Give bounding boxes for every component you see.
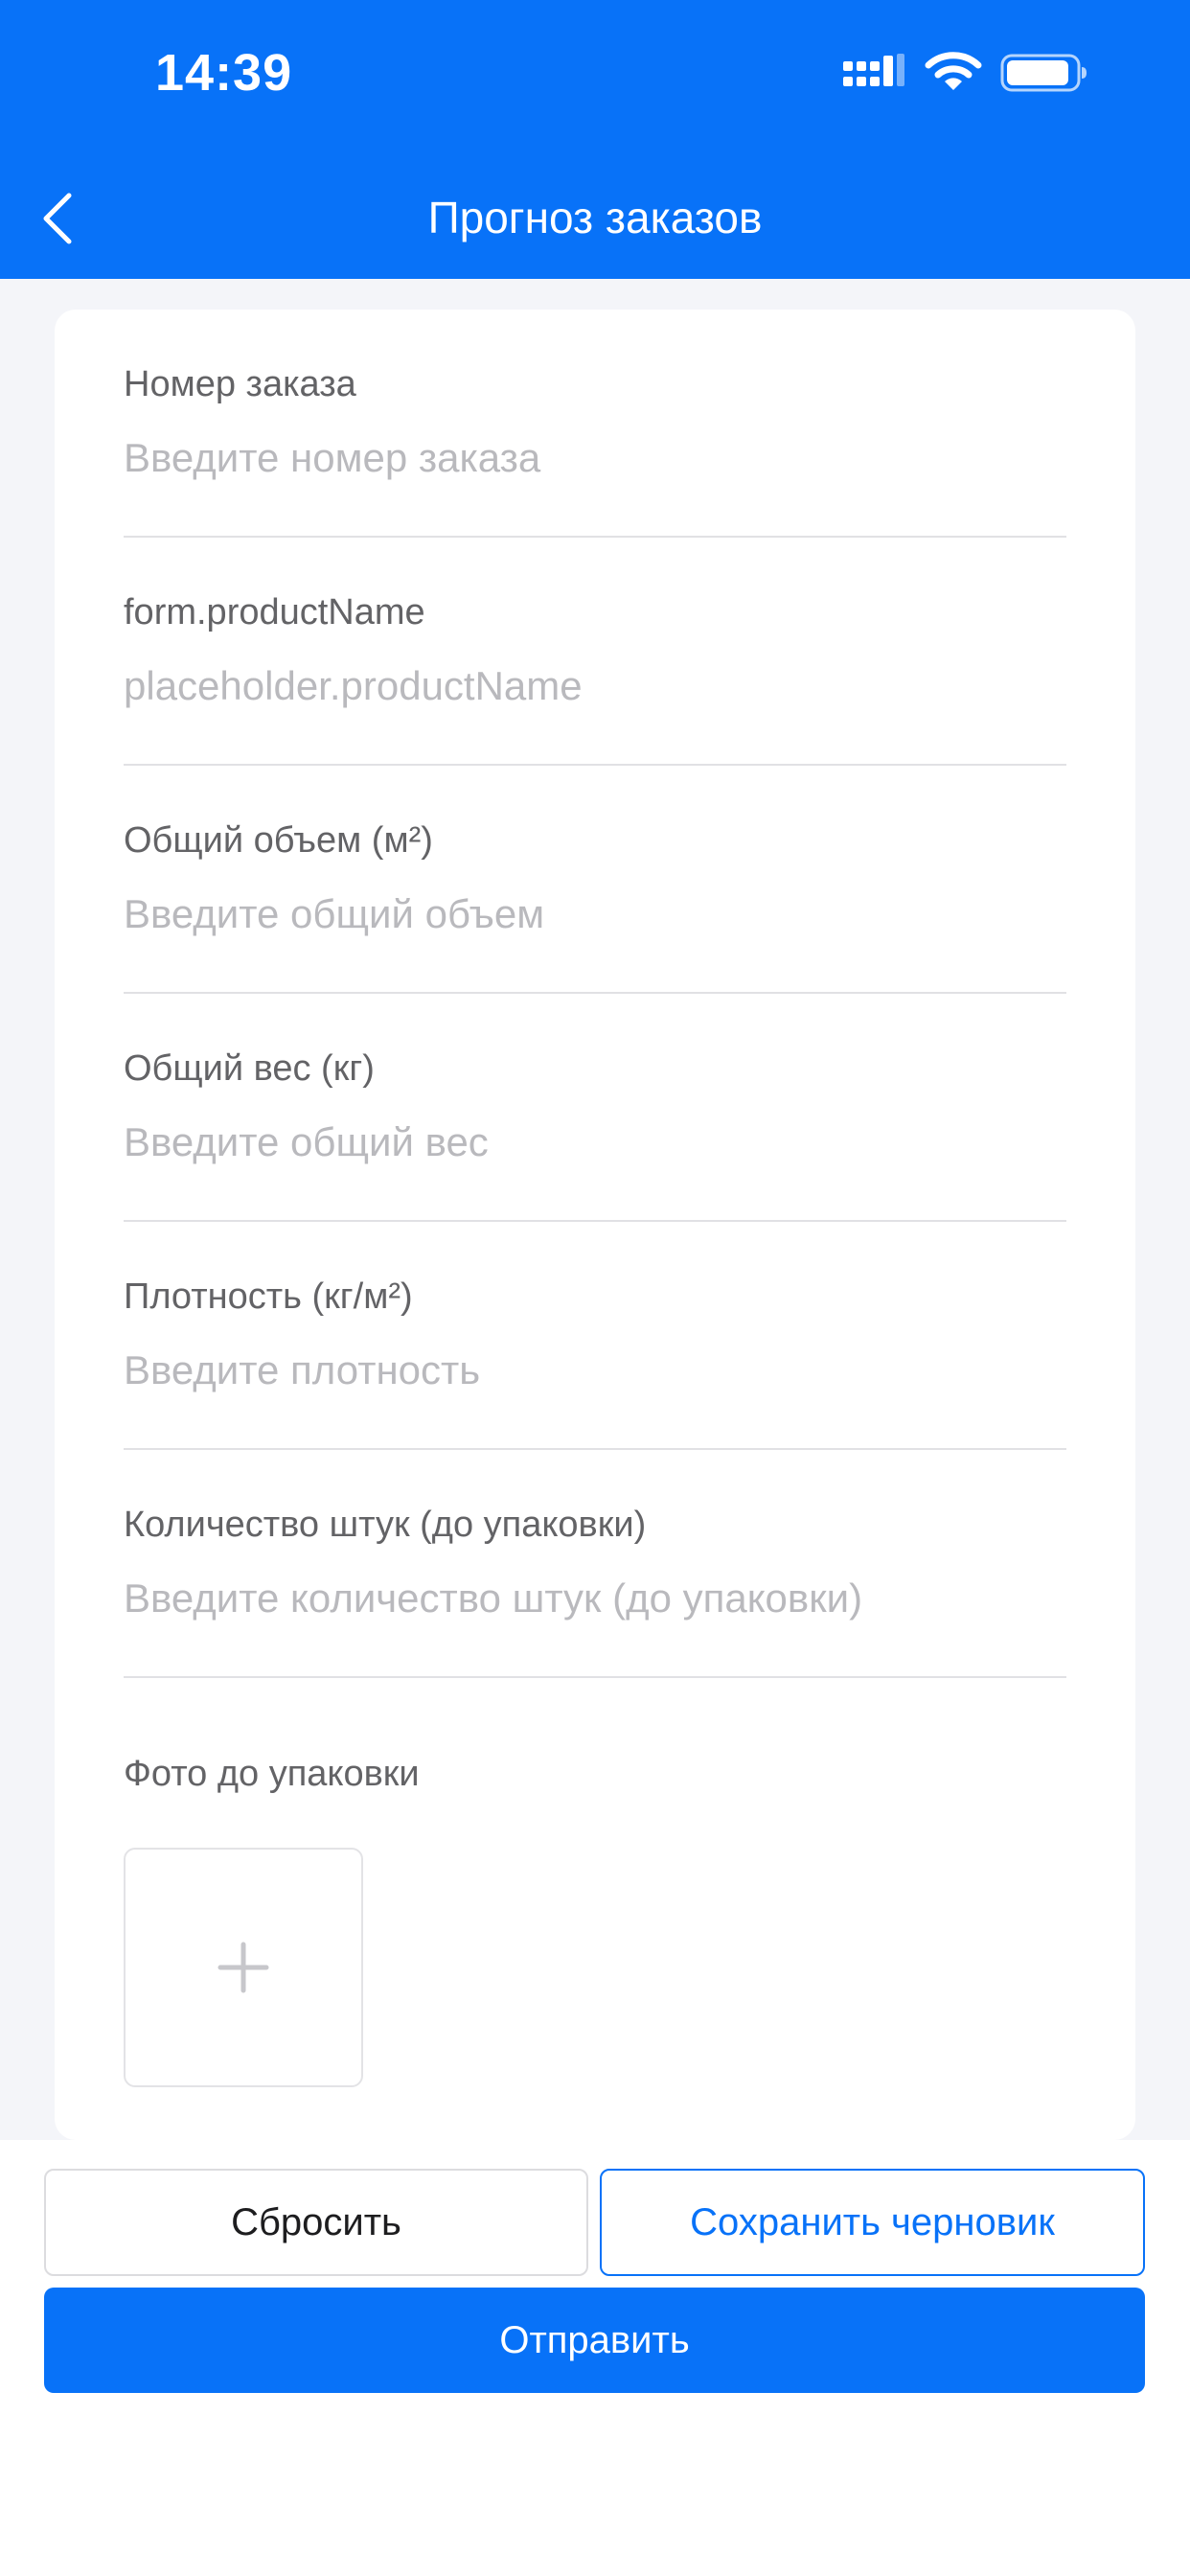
order-form-card: Номер заказа form.productName Общий объе… [55, 310, 1135, 2140]
battery-icon [1000, 54, 1087, 92]
photo-before-packing-label: Фото до упаковки [124, 1754, 420, 1794]
piece-count-input[interactable] [124, 1565, 1066, 1632]
piece-count-field: Количество штук (до упаковки) [124, 1450, 1066, 1678]
total-volume-input[interactable] [124, 881, 1066, 948]
reset-button[interactable]: Сбросить [44, 2169, 588, 2276]
total-volume-field: Общий объем (м²) [124, 766, 1066, 994]
piece-count-label: Количество штук (до упаковки) [124, 1505, 647, 1545]
order-number-input[interactable] [124, 425, 1066, 492]
density-field: Плотность (кг/м²) [124, 1222, 1066, 1450]
plus-icon [217, 1942, 269, 1993]
total-volume-label: Общий объем (м²) [124, 820, 433, 861]
page-title: Прогноз заказов [427, 193, 763, 242]
submit-button[interactable]: Отправить [44, 2288, 1145, 2393]
total-weight-label: Общий вес (кг) [124, 1048, 375, 1089]
product-name-label: form.productName [124, 592, 425, 632]
bottom-action-bar: Сбросить Сохранить черновик Отправить [0, 2140, 1190, 2576]
wifi-icon [925, 52, 982, 90]
order-number-label: Номер заказа [124, 364, 356, 404]
order-number-field: Номер заказа [124, 310, 1066, 538]
save-draft-button[interactable]: Сохранить черновик [600, 2169, 1145, 2276]
density-input[interactable] [124, 1337, 1066, 1404]
signal-icon [843, 54, 904, 86]
product-name-input[interactable] [124, 653, 1066, 720]
density-label: Плотность (кг/м²) [124, 1276, 413, 1317]
status-time: 14:39 [155, 44, 293, 102]
photo-upload-button[interactable] [124, 1848, 363, 2087]
product-name-field: form.productName [124, 538, 1066, 766]
app-header: 14:39 Прогноз заказов [0, 0, 1190, 279]
total-weight-input[interactable] [124, 1109, 1066, 1176]
total-weight-field: Общий вес (кг) [124, 994, 1066, 1222]
